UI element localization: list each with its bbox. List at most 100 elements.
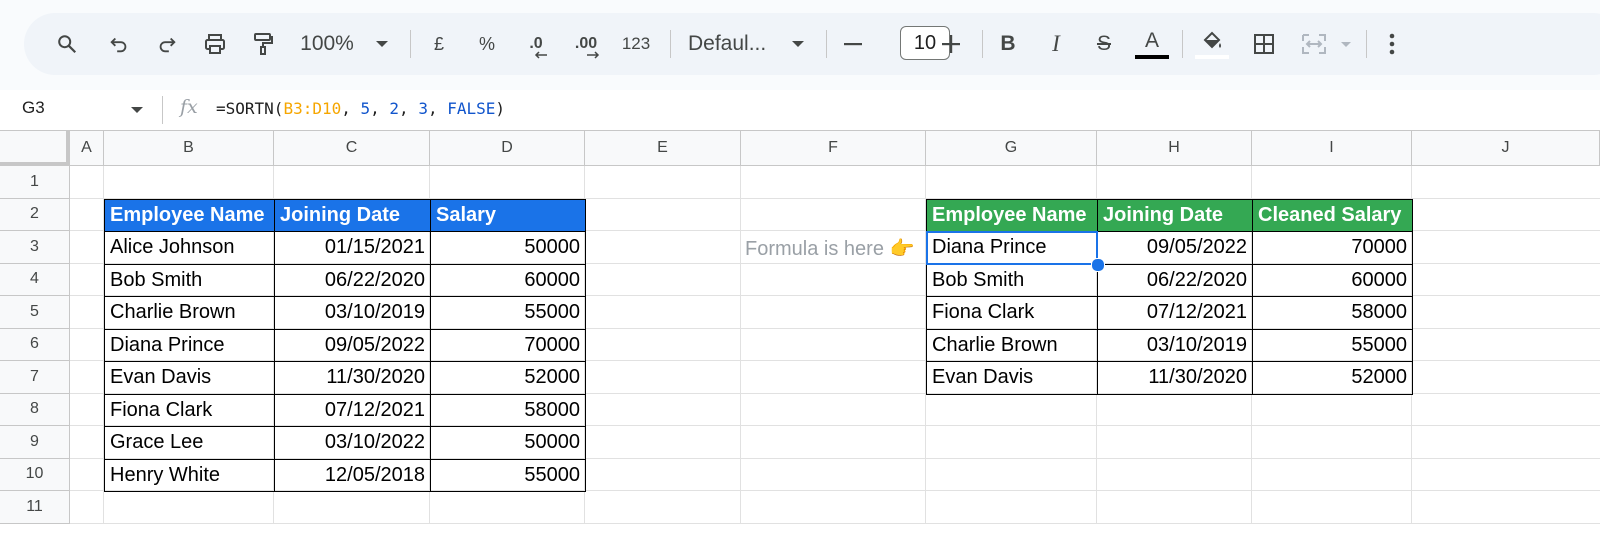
- fill-color-button[interactable]: [1194, 13, 1230, 75]
- column-header-f[interactable]: F: [741, 130, 926, 166]
- formula-bar-divider: [162, 96, 163, 124]
- row-header-8[interactable]: 8: [0, 393, 70, 426]
- fill-handle[interactable]: [1091, 257, 1105, 272]
- redo-icon[interactable]: [152, 13, 182, 75]
- zoom-select[interactable]: 100%: [296, 13, 358, 75]
- result-table-cell[interactable]: Charlie Brown: [926, 328, 1098, 362]
- result-table-cell[interactable]: 52000: [1252, 361, 1413, 395]
- decrease-font-size-button[interactable]: [840, 13, 866, 75]
- source-table-cell[interactable]: 03/10/2022: [274, 426, 431, 460]
- row-header-3[interactable]: 3: [0, 231, 70, 264]
- source-table-cell[interactable]: 03/10/2019: [274, 296, 431, 330]
- column-header-a[interactable]: A: [70, 130, 104, 166]
- source-table-cell[interactable]: 07/12/2021: [274, 393, 431, 427]
- column-header-d[interactable]: D: [430, 130, 585, 166]
- source-table-cell[interactable]: 50000: [430, 231, 586, 265]
- text-color-button[interactable]: A: [1134, 13, 1170, 75]
- source-table-cell[interactable]: 52000: [430, 361, 586, 395]
- source-table-cell[interactable]: Diana Prince: [104, 328, 275, 362]
- gridline: [740, 166, 741, 524]
- row-header-10[interactable]: 10: [0, 458, 70, 491]
- decrease-decimal-button[interactable]: .0: [520, 13, 552, 75]
- source-table-cell[interactable]: 55000: [430, 458, 586, 492]
- source-table-cell[interactable]: 70000: [430, 328, 586, 362]
- gridline: [70, 522, 1600, 524]
- result-table-cell[interactable]: Bob Smith: [926, 263, 1098, 297]
- column-header-j[interactable]: J: [1412, 130, 1600, 166]
- column-header-b[interactable]: B: [104, 130, 274, 166]
- column-header-c[interactable]: C: [274, 130, 430, 166]
- merge-dropdown-icon[interactable]: [1336, 13, 1356, 75]
- formula-asc-arg: FALSE: [447, 99, 496, 118]
- merge-cells-button[interactable]: [1296, 13, 1332, 75]
- source-table-cell[interactable]: 06/22/2020: [274, 263, 431, 297]
- result-table-cell[interactable]: 03/10/2019: [1097, 328, 1253, 362]
- source-table-cell[interactable]: 50000: [430, 426, 586, 460]
- currency-format-button[interactable]: £: [426, 13, 452, 75]
- result-table-cell[interactable]: 60000: [1252, 263, 1413, 297]
- result-table-header-cell: Employee Name: [926, 198, 1098, 232]
- source-table-cell[interactable]: Henry White: [104, 458, 275, 492]
- source-table-cell[interactable]: 11/30/2020: [274, 361, 431, 395]
- font-dropdown-icon[interactable]: [788, 13, 808, 75]
- row-header-9[interactable]: 9: [0, 426, 70, 459]
- source-table-cell[interactable]: 09/05/2022: [274, 328, 431, 362]
- source-table-cell[interactable]: 60000: [430, 263, 586, 297]
- result-table-cell[interactable]: 09/05/2022: [1097, 231, 1253, 265]
- name-box-dropdown-icon[interactable]: [130, 106, 144, 114]
- paint-format-icon[interactable]: [248, 13, 278, 75]
- toolbar-divider: [1182, 30, 1183, 58]
- source-table-cell[interactable]: Charlie Brown: [104, 296, 275, 330]
- result-table-cell[interactable]: 55000: [1252, 328, 1413, 362]
- print-icon[interactable]: [200, 13, 230, 75]
- result-table-cell[interactable]: 11/30/2020: [1097, 361, 1253, 395]
- undo-icon[interactable]: [104, 13, 134, 75]
- column-header-i[interactable]: I: [1252, 130, 1412, 166]
- formula-prefix: =SORTN(: [216, 99, 284, 118]
- increase-font-size-button[interactable]: [938, 13, 964, 75]
- more-options-icon[interactable]: [1380, 13, 1404, 75]
- source-table-cell[interactable]: 01/15/2021: [274, 231, 431, 265]
- source-table-cell[interactable]: Fiona Clark: [104, 393, 275, 427]
- search-icon[interactable]: [52, 13, 82, 75]
- row-header-11[interactable]: 11: [0, 491, 70, 524]
- increase-decimal-button[interactable]: .00: [568, 13, 604, 75]
- result-table-cell[interactable]: Fiona Clark: [926, 296, 1098, 330]
- toolbar-divider: [826, 30, 827, 58]
- result-table-cell[interactable]: 70000: [1252, 231, 1413, 265]
- strikethrough-button[interactable]: S: [1090, 13, 1118, 75]
- row-header-2[interactable]: 2: [0, 198, 70, 231]
- source-table-cell[interactable]: Bob Smith: [104, 263, 275, 297]
- result-table-cell[interactable]: Evan Davis: [926, 361, 1098, 395]
- result-table-cell[interactable]: 58000: [1252, 296, 1413, 330]
- formula-input[interactable]: =SORTN(B3:D10, 5, 2, 3, FALSE): [216, 99, 505, 118]
- column-header-h[interactable]: H: [1097, 130, 1252, 166]
- name-box[interactable]: G3: [22, 98, 45, 118]
- row-header-7[interactable]: 7: [0, 361, 70, 394]
- italic-button[interactable]: I: [1042, 13, 1070, 75]
- font-family-select[interactable]: Defaul...: [688, 13, 788, 75]
- result-table-cell[interactable]: 07/12/2021: [1097, 296, 1253, 330]
- percent-format-button[interactable]: %: [474, 13, 500, 75]
- result-table-cell[interactable]: 06/22/2020: [1097, 263, 1253, 297]
- borders-icon: [1254, 34, 1274, 54]
- borders-button[interactable]: [1250, 13, 1278, 75]
- source-table-cell[interactable]: 58000: [430, 393, 586, 427]
- row-header-6[interactable]: 6: [0, 328, 70, 361]
- row-header-5[interactable]: 5: [0, 296, 70, 329]
- source-table-cell[interactable]: Evan Davis: [104, 361, 275, 395]
- column-header-g[interactable]: G: [926, 130, 1097, 166]
- source-table-cell[interactable]: 55000: [430, 296, 586, 330]
- zoom-value: 100%: [300, 32, 354, 55]
- bold-button[interactable]: B: [994, 13, 1022, 75]
- toolbar-divider: [410, 30, 411, 58]
- source-table-cell[interactable]: Alice Johnson: [104, 231, 275, 265]
- row-header-1[interactable]: 1: [0, 166, 70, 199]
- zoom-dropdown-icon[interactable]: [372, 13, 392, 75]
- more-formats-button[interactable]: 123: [618, 13, 654, 75]
- column-header-e[interactable]: E: [585, 130, 741, 166]
- row-header-4[interactable]: 4: [0, 263, 70, 296]
- source-table-cell[interactable]: 12/05/2018: [274, 458, 431, 492]
- select-all-corner[interactable]: [0, 130, 70, 166]
- source-table-cell[interactable]: Grace Lee: [104, 426, 275, 460]
